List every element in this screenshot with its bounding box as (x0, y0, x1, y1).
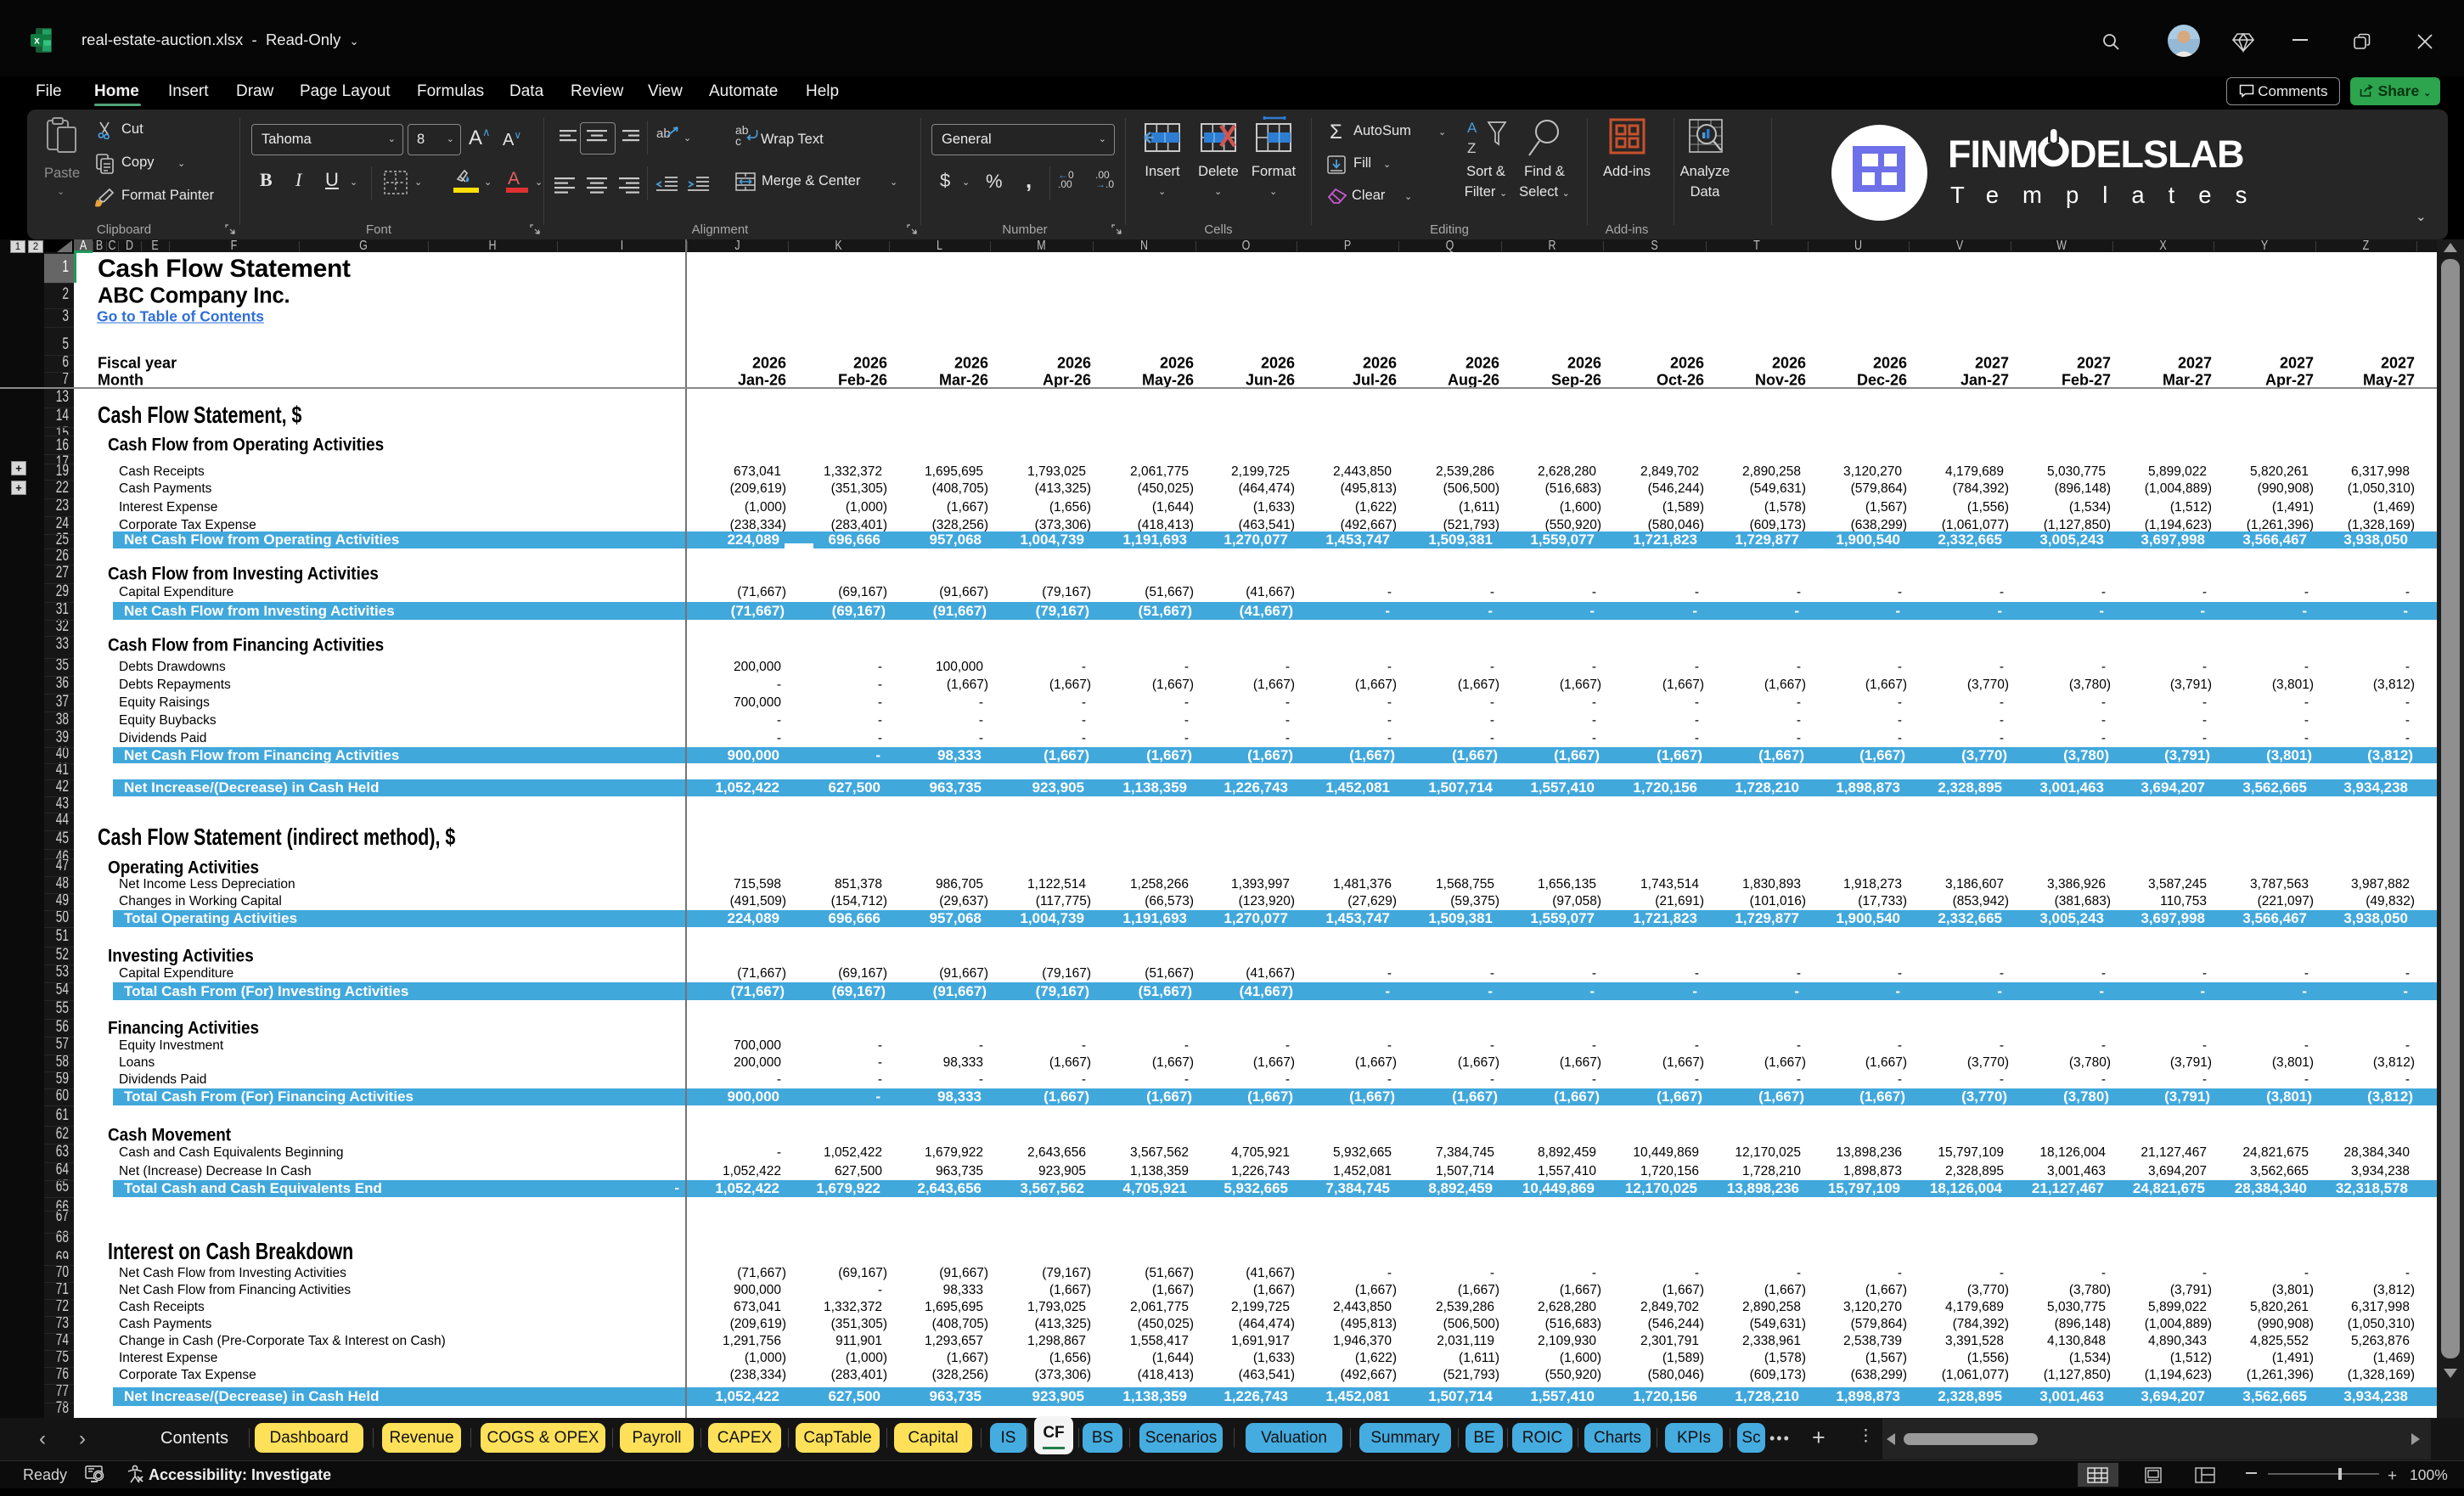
svg-text:Z: Z (1467, 140, 1476, 156)
svg-text:A: A (1467, 120, 1477, 136)
svg-text:x: x (34, 35, 40, 47)
